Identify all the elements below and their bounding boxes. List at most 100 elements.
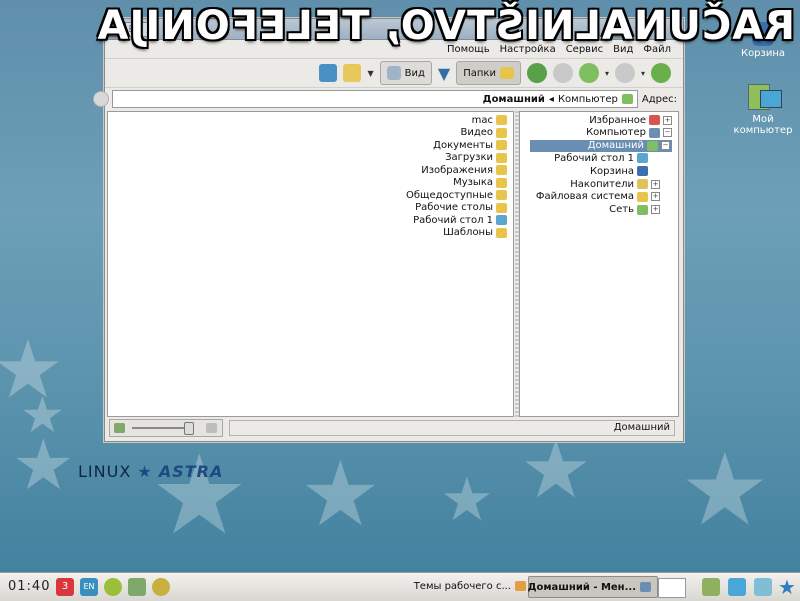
address-label: Адрес: — [641, 93, 677, 105]
desktop-star: ★ — [20, 386, 65, 444]
start-menu-button[interactable]: ★ — [778, 575, 796, 599]
desktop-star: ★ — [440, 465, 494, 535]
file-list-item[interactable]: Рабочий стол 1 — [413, 214, 507, 226]
file-list-item[interactable]: Шаблоны — [443, 227, 507, 239]
clock[interactable]: 01:40 — [8, 579, 50, 594]
desktop-star: ★ — [300, 442, 381, 547]
address-crumb-computer[interactable]: Компьютер — [558, 94, 618, 105]
filter-icon[interactable]: ▼ — [438, 64, 450, 83]
tree-item-icon — [637, 204, 648, 215]
file-name: Видео — [460, 127, 493, 138]
tree-item[interactable]: Файловая система + — [536, 191, 660, 203]
reload-icon[interactable] — [526, 63, 547, 83]
calendar-icon[interactable]: 3 — [56, 578, 74, 596]
file-name: Музыка — [453, 177, 493, 188]
desktop-switcher[interactable] — [658, 578, 686, 598]
tree-item[interactable]: Сеть + — [609, 204, 660, 216]
desktop-star: ★ — [680, 431, 770, 548]
back-icon[interactable] — [651, 63, 671, 83]
bookmark-icon[interactable] — [343, 64, 362, 82]
tree-item[interactable]: Компьютер − — [586, 127, 672, 139]
logo-astra: ASTRA — [158, 462, 224, 481]
file-list[interactable]: mac Видео Документы Загрузки Изображения Музы… — [107, 111, 514, 417]
file-name: mac — [471, 114, 493, 126]
folder-icon — [496, 215, 507, 225]
computer-launcher-icon[interactable] — [728, 578, 746, 596]
address-crumb-home[interactable]: Домашний — [483, 94, 545, 105]
view-button[interactable]: Вид — [379, 61, 432, 85]
folder-icon — [496, 127, 507, 138]
view-icon — [386, 66, 401, 80]
desktop-star: ★ — [520, 423, 592, 516]
tree-item-label: Домашний — [587, 140, 644, 152]
keyboard-layout-icon[interactable]: EN — [80, 578, 98, 596]
desktop-icon-label: Мой компьютер — [733, 114, 793, 136]
forward-icon[interactable] — [614, 63, 635, 83]
file-list-item[interactable]: mac — [472, 114, 507, 126]
expand-icon[interactable]: + — [663, 115, 672, 125]
tree-item-label: Корзина — [589, 165, 634, 177]
file-list-item[interactable]: Документы — [433, 139, 507, 151]
file-list-item[interactable]: Музыка — [453, 177, 507, 189]
tree-item[interactable]: Домашний − — [530, 139, 672, 152]
tree-item[interactable]: Корзина — [590, 165, 648, 177]
file-name: Изображения — [421, 164, 493, 176]
clear-address-icon[interactable] — [92, 91, 109, 107]
desktop-star: ★ — [150, 431, 249, 559]
files-launcher-icon[interactable] — [702, 578, 720, 596]
stop-icon[interactable] — [552, 63, 573, 83]
home-folder-icon — [621, 94, 633, 104]
tree-item[interactable]: Рабочий стол 1 — [554, 152, 648, 164]
themes-icon — [515, 581, 526, 591]
expand-icon[interactable]: + — [651, 179, 660, 189]
taskbar-task-home[interactable]: Домашний - Мен... — [528, 576, 658, 598]
chevron-down-icon[interactable]: ▾ — [641, 69, 645, 78]
tree-item-icon — [637, 166, 648, 177]
zoom-in-icon[interactable] — [206, 423, 217, 433]
astra-linux-logo: LINUX ★ ASTRA — [78, 462, 223, 481]
network-tray-icon[interactable] — [128, 578, 146, 596]
file-name: Шаблоны — [443, 227, 493, 238]
file-list-item[interactable]: Рабочие столы — [415, 202, 507, 214]
zoom-slider-handle[interactable] — [183, 422, 194, 435]
folder-icon — [499, 67, 514, 79]
folder-icon — [496, 152, 507, 163]
file-list-item[interactable]: Общедоступные — [406, 189, 507, 201]
folder-tree[interactable]: Избранное + Компьютер − Домашний − Рабочий сто… — [519, 111, 679, 417]
tree-item-icon — [637, 191, 648, 202]
tree-item-label: Файловая система — [535, 191, 634, 203]
zoom-out-icon[interactable] — [114, 423, 125, 433]
file-list-item[interactable]: Видео — [460, 127, 507, 139]
file-name: Рабочие столы — [415, 202, 493, 213]
collapse-icon[interactable]: − — [661, 141, 670, 151]
logo-linux: LINUX — [78, 462, 132, 481]
collapse-icon[interactable]: − — [663, 128, 672, 138]
address-field[interactable]: Домашний ◂ Компьютер — [92, 90, 638, 108]
desktop-icon-my-computer[interactable]: Мой компьютер — [728, 82, 798, 136]
volume-icon[interactable] — [104, 578, 122, 596]
status-bar: Домашний — [107, 419, 679, 437]
expand-icon[interactable]: + — [651, 205, 660, 215]
tree-item-icon — [637, 153, 648, 164]
tree-item-icon — [637, 179, 648, 189]
view-button-label: Вид — [404, 67, 425, 79]
file-list-item[interactable]: Загрузки — [445, 152, 507, 164]
taskbar-task-themes[interactable]: Темы рабочего с... — [380, 576, 532, 596]
folder-icon — [496, 140, 507, 150]
tree-item-icon — [649, 115, 660, 125]
update-icon[interactable] — [152, 578, 170, 596]
tree-item[interactable]: Накопители + — [570, 178, 660, 190]
file-list-item[interactable]: Изображения — [421, 164, 507, 176]
home-icon[interactable] — [578, 63, 599, 83]
task-label: Домашний - Мен... — [527, 581, 636, 593]
chevron-down-icon[interactable]: ▾ — [605, 69, 609, 78]
folder-icon — [496, 227, 507, 238]
chevron-down-icon[interactable]: ▼ — [367, 69, 373, 78]
expand-icon[interactable]: + — [651, 192, 660, 202]
tree-item[interactable]: Избранное + — [589, 114, 672, 126]
network-icon[interactable] — [319, 64, 338, 82]
address-row: Домашний ◂ Компьютер Адрес: — [92, 88, 683, 110]
desktop-launcher-icon[interactable] — [754, 578, 772, 596]
folders-button[interactable]: Папки — [456, 61, 521, 85]
tree-item-icon — [649, 127, 660, 138]
